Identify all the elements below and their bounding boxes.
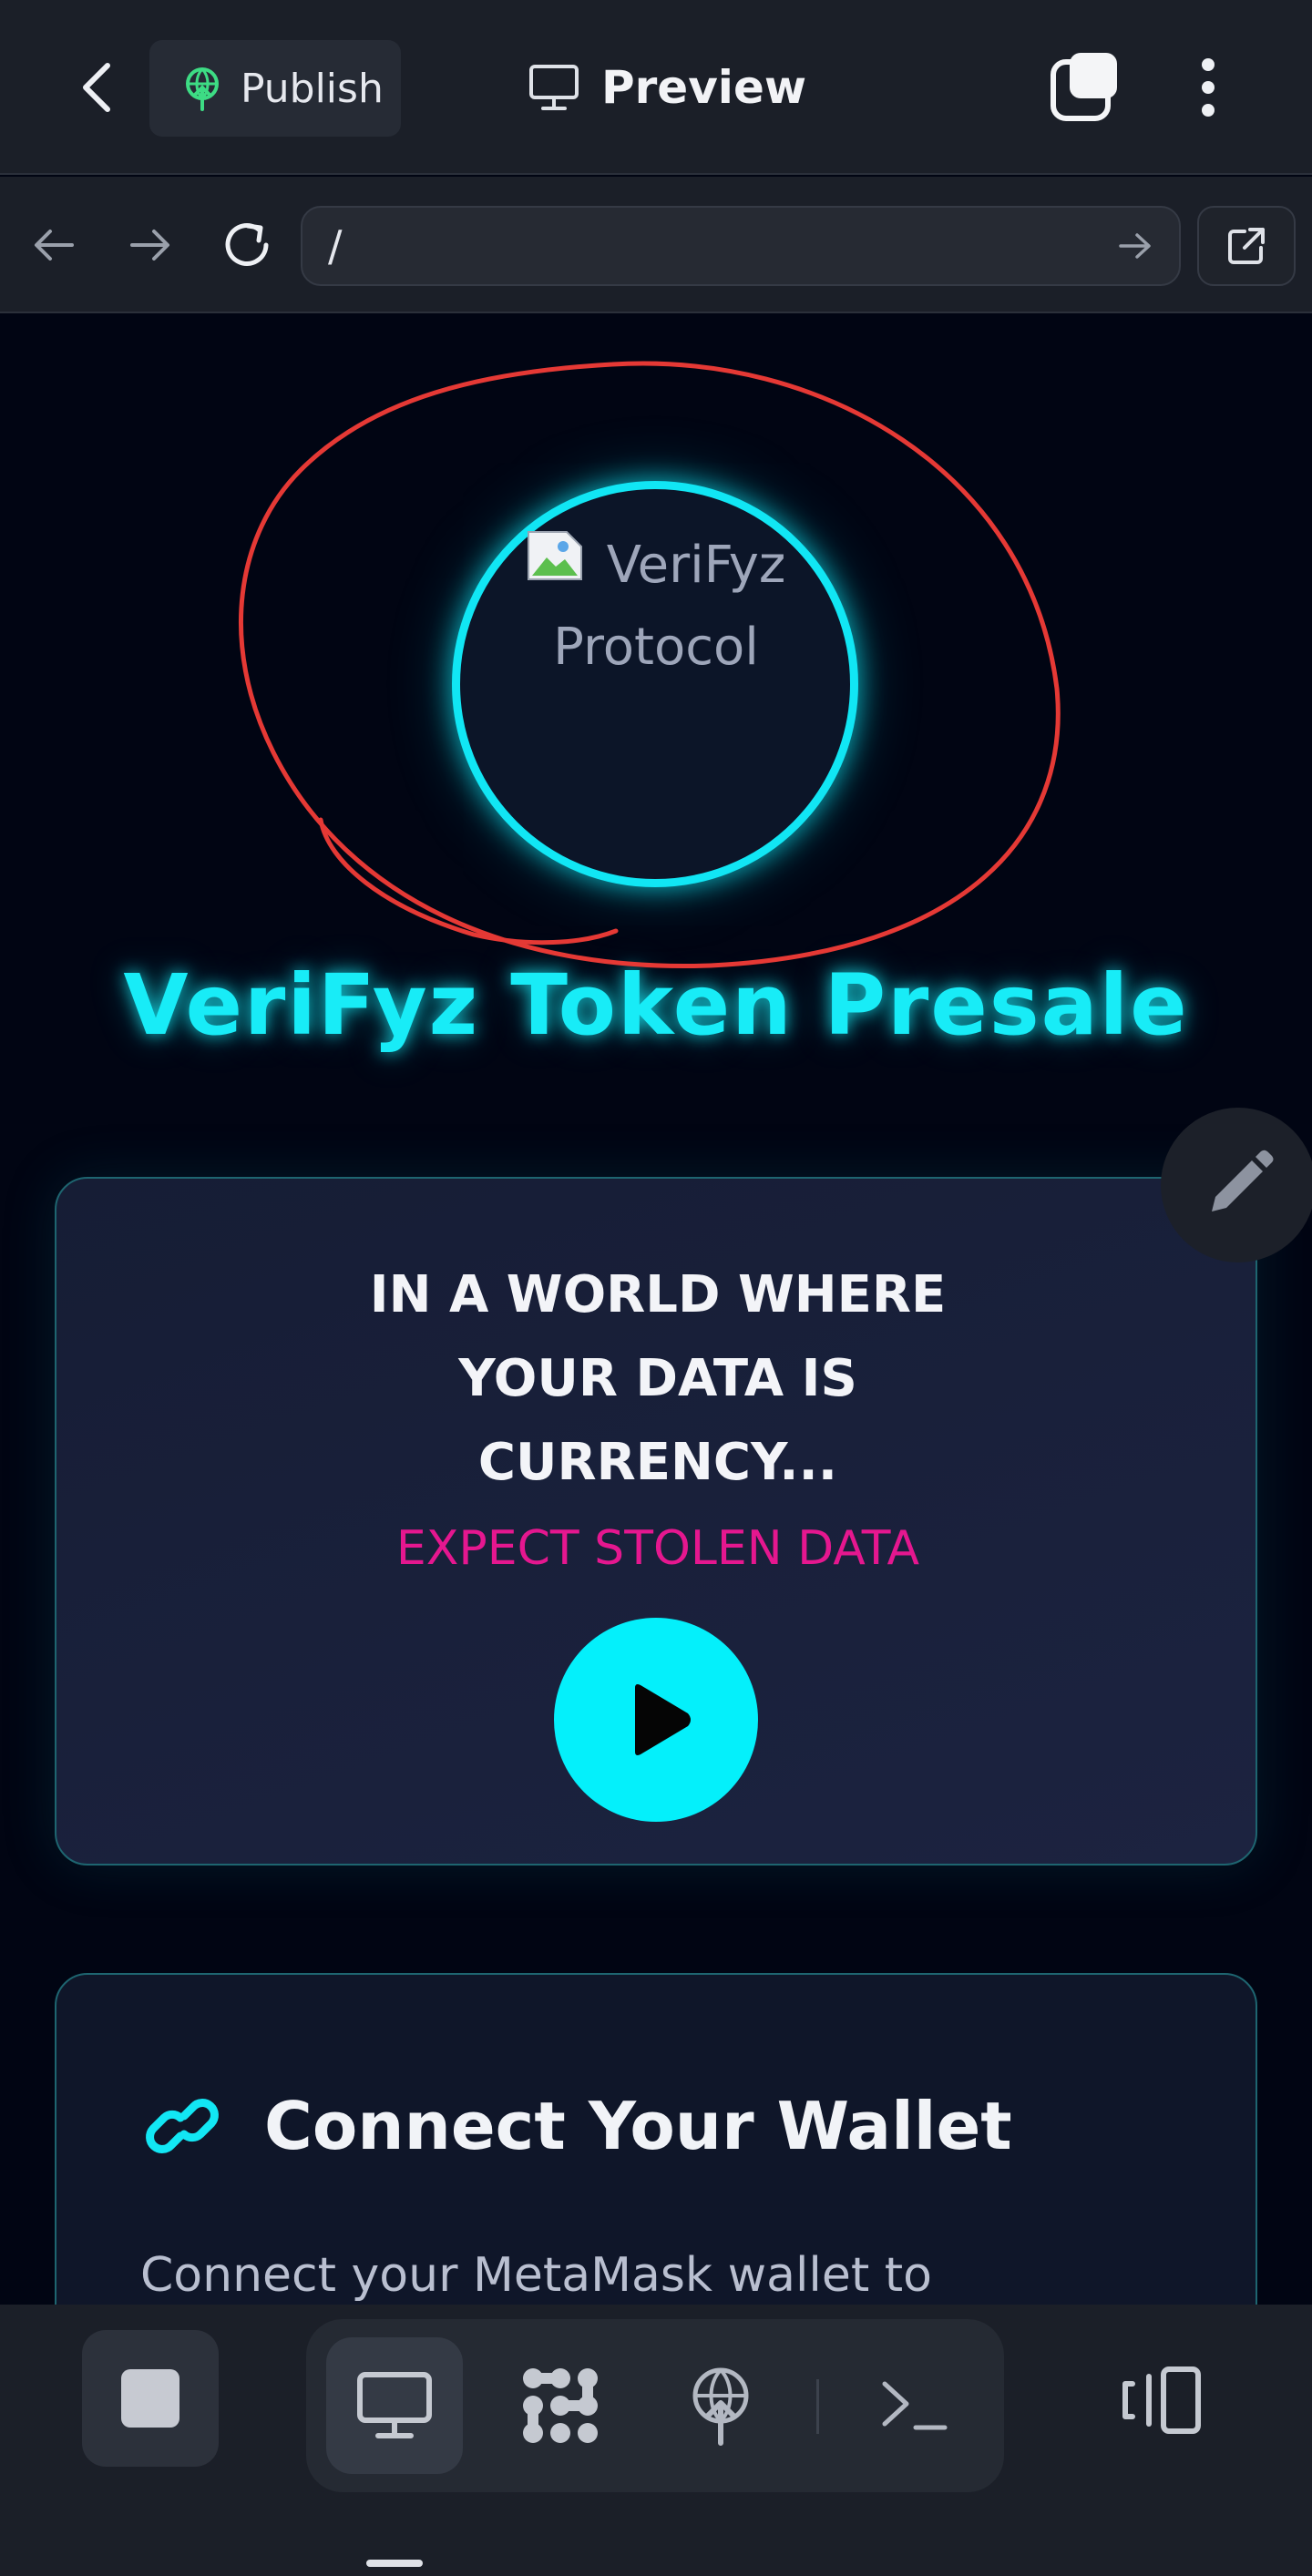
- pencil-icon: [1212, 1150, 1274, 1211]
- video-card: IN A WORLD WHERE YOUR DATA IS CURRENCY..…: [55, 1177, 1257, 1866]
- headline-line: YOUR DATA IS: [458, 1349, 857, 1408]
- url-input[interactable]: /: [301, 206, 1181, 286]
- publish-icon: [186, 67, 219, 111]
- browser-url-bar: /: [0, 177, 1312, 313]
- monitor-icon: [529, 65, 579, 110]
- edit-button[interactable]: [1161, 1108, 1312, 1262]
- tabs-button[interactable]: [1050, 49, 1122, 126]
- arrow-left-icon: [35, 230, 74, 261]
- tool-console[interactable]: [846, 2337, 982, 2474]
- preview-page: VeriFyz Protocol VeriFyz Token Presale I…: [0, 315, 1312, 2305]
- app-top-bar: Publish Preview: [0, 0, 1312, 175]
- tool-preview[interactable]: [326, 2337, 463, 2474]
- hero-title: VeriFyz Token Presale: [123, 956, 1189, 1054]
- publish-button[interactable]: Publish: [149, 40, 401, 137]
- play-button[interactable]: [554, 1618, 758, 1822]
- reload-icon: [225, 223, 269, 266]
- home-indicator: [366, 2560, 423, 2567]
- back-button[interactable]: [60, 51, 133, 124]
- nav-back-button[interactable]: [22, 213, 86, 277]
- tabs-icon: [1051, 53, 1117, 121]
- tool-divider: [816, 2379, 819, 2434]
- wallet-card-description: Connect your MetaMask wallet to: [140, 2248, 932, 2303]
- devices-icon: [1122, 2366, 1201, 2434]
- broken-image-icon: [527, 531, 582, 580]
- monitor-icon: [357, 2372, 432, 2438]
- connect-wallet-card: Connect Your Wallet Connect your MetaMas…: [55, 1973, 1257, 2305]
- tool-integrations[interactable]: [492, 2337, 629, 2474]
- wallet-title-row: Connect Your Wallet: [140, 2088, 1012, 2164]
- play-icon: [635, 1684, 691, 1755]
- chevron-left-icon: [83, 63, 110, 112]
- open-external-button[interactable]: [1197, 206, 1296, 286]
- tool-group: [306, 2319, 1004, 2492]
- tool-deploy[interactable]: [652, 2337, 789, 2474]
- arrow-right-icon: [130, 230, 169, 261]
- logo-alt-line2: Protocol: [553, 618, 759, 677]
- more-menu-button[interactable]: [1186, 51, 1230, 124]
- devices-button[interactable]: [1102, 2332, 1221, 2469]
- video-card-headline: IN A WORLD WHERE YOUR DATA IS CURRENCY..…: [56, 1253, 1259, 1505]
- logo-alt-text: VeriFyz Protocol: [465, 525, 847, 689]
- preview-tab[interactable]: Preview: [528, 55, 806, 120]
- stop-button[interactable]: [82, 2330, 219, 2467]
- wallet-card-title: Connect Your Wallet: [264, 2088, 1012, 2164]
- reload-button[interactable]: [215, 213, 279, 277]
- bottom-toolbar: [0, 2305, 1312, 2576]
- external-link-icon: [1228, 228, 1265, 264]
- video-card-subheadline: EXPECT STOLEN DATA: [395, 1521, 920, 1576]
- publish-label: Publish: [241, 65, 384, 112]
- link-icon: [146, 2099, 219, 2153]
- more-vertical-icon: [1202, 58, 1215, 71]
- headline-line: CURRENCY...: [477, 1433, 838, 1492]
- logo-alt-line1: VeriFyz: [606, 536, 786, 595]
- terminal-icon: [882, 2381, 948, 2430]
- url-text: /: [328, 221, 343, 271]
- preview-label: Preview: [601, 61, 807, 114]
- stop-icon: [121, 2369, 179, 2428]
- headline-line: IN A WORLD WHERE: [369, 1265, 947, 1324]
- publish-icon: [692, 2367, 749, 2446]
- dots-grid-icon: [523, 2368, 598, 2443]
- go-arrow-icon[interactable]: [1117, 230, 1153, 261]
- nav-forward-button[interactable]: [118, 213, 182, 277]
